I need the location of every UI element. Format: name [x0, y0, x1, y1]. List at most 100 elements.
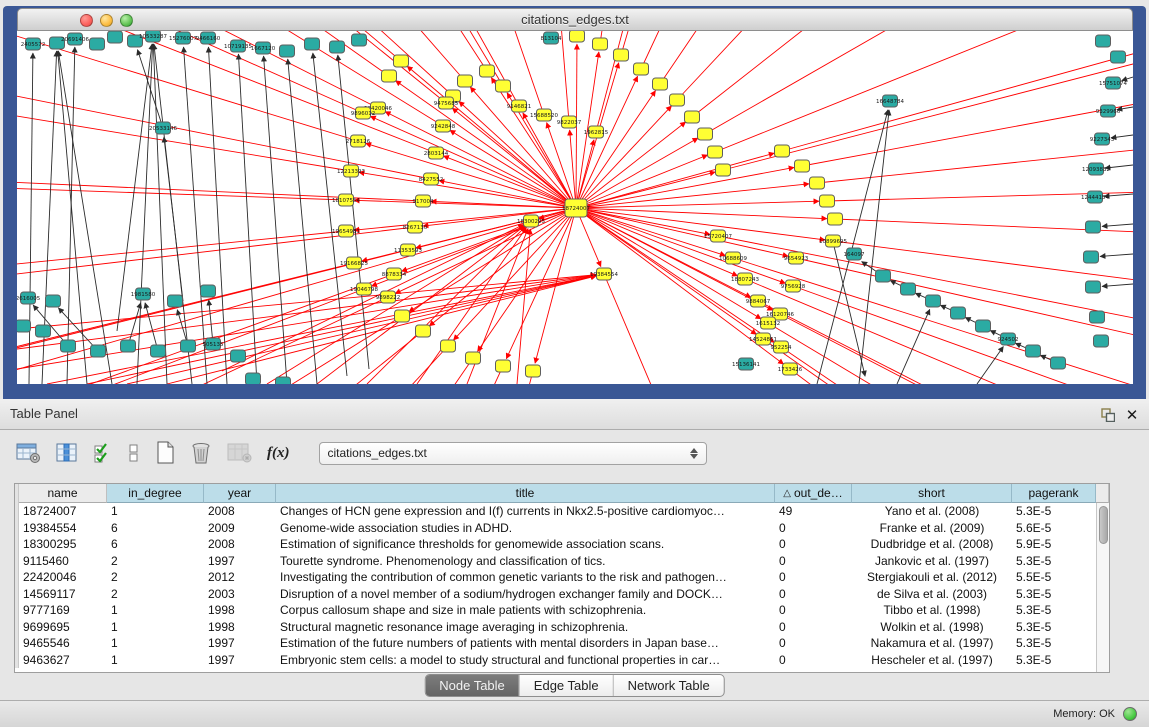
delete-column-button[interactable]: [190, 441, 212, 465]
graph-node[interactable]: [121, 340, 136, 352]
column-header-year[interactable]: year: [204, 484, 276, 503]
graph-node[interactable]: [416, 325, 431, 337]
graph-node[interactable]: [201, 285, 216, 297]
graph-node[interactable]: [480, 65, 495, 77]
graph-node[interactable]: [698, 128, 713, 140]
column-header-out-degree[interactable]: △out_de…: [775, 484, 852, 503]
graph-node[interactable]: [526, 365, 541, 377]
scrollbar-thumb[interactable]: [1099, 506, 1108, 544]
zoom-window-button[interactable]: [120, 14, 133, 27]
graph-node[interactable]: [458, 75, 473, 87]
column-header-short[interactable]: short: [852, 484, 1012, 503]
graph-node[interactable]: [1090, 311, 1105, 323]
graph-node[interactable]: [976, 320, 991, 332]
column-header-title[interactable]: title: [276, 484, 775, 503]
graph-node[interactable]: [330, 41, 345, 53]
minimize-window-button[interactable]: [100, 14, 113, 27]
table-scrollbar[interactable]: [1096, 503, 1109, 672]
tab-edge-table[interactable]: Edge Table: [519, 675, 613, 696]
graph-node[interactable]: [151, 345, 166, 357]
graph-node[interactable]: [828, 213, 843, 225]
graph-node[interactable]: [593, 38, 608, 50]
graph-node[interactable]: [441, 340, 456, 352]
tab-network-table[interactable]: Network Table: [613, 675, 724, 696]
graph-node[interactable]: [305, 38, 320, 50]
table-selector-dropdown[interactable]: citations_edges.txt: [319, 442, 707, 465]
graph-node[interactable]: [395, 310, 410, 322]
graph-node[interactable]: [276, 377, 291, 384]
table-row[interactable]: 969969511998Structural magnetic resonanc…: [15, 619, 1096, 636]
column-header-name[interactable]: name: [19, 484, 107, 503]
select-all-rows-button[interactable]: [93, 441, 113, 465]
graph-node[interactable]: [36, 325, 51, 337]
graph-node[interactable]: [614, 49, 629, 61]
graph-node[interactable]: [496, 360, 511, 372]
table-row[interactable]: 1830029562008Estimation of significance …: [15, 536, 1096, 553]
graph-node[interactable]: [810, 177, 825, 189]
table-row[interactable]: 1872400712008Changes of HCN gene express…: [15, 503, 1096, 520]
graph-node[interactable]: [168, 295, 183, 307]
graph-edge: [338, 55, 369, 369]
table-row[interactable]: 946362711997Embryonic stem cells: a mode…: [15, 652, 1096, 669]
table-row[interactable]: 1938455462009Genome-wide association stu…: [15, 520, 1096, 537]
graph-node[interactable]: [1086, 221, 1101, 233]
graph-node[interactable]: [352, 34, 367, 46]
graph-node[interactable]: [90, 38, 105, 50]
table-settings-button[interactable]: [16, 441, 41, 465]
graph-node[interactable]: [61, 340, 76, 352]
graph-node[interactable]: [951, 307, 966, 319]
function-builder-button[interactable]: f(x): [267, 441, 290, 465]
graph-node[interactable]: [91, 345, 106, 357]
graph-node[interactable]: [876, 270, 891, 282]
cell-out_degree: 49: [775, 504, 852, 518]
graph-node[interactable]: [1026, 345, 1041, 357]
table-row[interactable]: 911546021997Tourette syndrome. Phenomeno…: [15, 553, 1096, 570]
column-header-pagerank[interactable]: pagerank: [1012, 484, 1096, 503]
graph-node[interactable]: [1086, 281, 1101, 293]
graph-node[interactable]: [775, 145, 790, 157]
table-row[interactable]: 1456911722003Disruption of a novel membe…: [15, 586, 1096, 603]
new-column-button[interactable]: [155, 441, 175, 465]
graph-node[interactable]: [820, 195, 835, 207]
table-row[interactable]: 2242004622012Investigating the contribut…: [15, 569, 1096, 586]
show-columns-button[interactable]: [56, 441, 78, 465]
graph-node[interactable]: [181, 340, 196, 352]
graph-node[interactable]: [1111, 51, 1126, 63]
graph-node[interactable]: [496, 80, 511, 92]
graph-node[interactable]: [926, 295, 941, 307]
graph-node[interactable]: [280, 45, 295, 57]
table-row[interactable]: 977716911998Corpus callosum shape and si…: [15, 602, 1096, 619]
column-header-in-degree[interactable]: in_degree: [107, 484, 204, 503]
graph-node[interactable]: [570, 31, 585, 42]
graph-node[interactable]: [670, 94, 685, 106]
deselect-all-rows-button[interactable]: [128, 441, 140, 465]
graph-node[interactable]: [634, 63, 649, 75]
graph-node[interactable]: [17, 320, 31, 332]
close-panel-button[interactable]: ✕: [1123, 406, 1141, 424]
graph-node[interactable]: [466, 352, 481, 364]
table-panel: Table Panel ✕: [0, 399, 1149, 727]
graph-node[interactable]: [1084, 251, 1099, 263]
table-row[interactable]: 946554611997Estimation of the future num…: [15, 635, 1096, 652]
graph-node[interactable]: [231, 350, 246, 362]
graph-node[interactable]: [246, 373, 261, 384]
graph-node[interactable]: [46, 295, 61, 307]
graph-node[interactable]: [716, 164, 731, 176]
float-panel-button[interactable]: [1099, 406, 1117, 424]
graph-node[interactable]: [708, 146, 723, 158]
network-window-titlebar[interactable]: citations_edges.txt: [17, 8, 1133, 31]
graph-node[interactable]: [795, 160, 810, 172]
graph-node[interactable]: [653, 78, 668, 90]
tab-node-table[interactable]: Node Table: [425, 675, 519, 696]
graph-node[interactable]: [382, 70, 397, 82]
graph-node[interactable]: [685, 111, 700, 123]
graph-node[interactable]: [1051, 357, 1066, 369]
graph-node[interactable]: [1096, 35, 1111, 47]
graph-node[interactable]: [108, 31, 123, 43]
graph-node[interactable]: [394, 55, 409, 67]
network-canvas[interactable]: 2405572206914061053328715276007946616010…: [17, 31, 1133, 384]
close-window-button[interactable]: [80, 14, 93, 27]
memory-status-label: Memory: OK: [1053, 701, 1115, 727]
graph-node[interactable]: [901, 283, 916, 295]
graph-node[interactable]: [1094, 335, 1109, 347]
